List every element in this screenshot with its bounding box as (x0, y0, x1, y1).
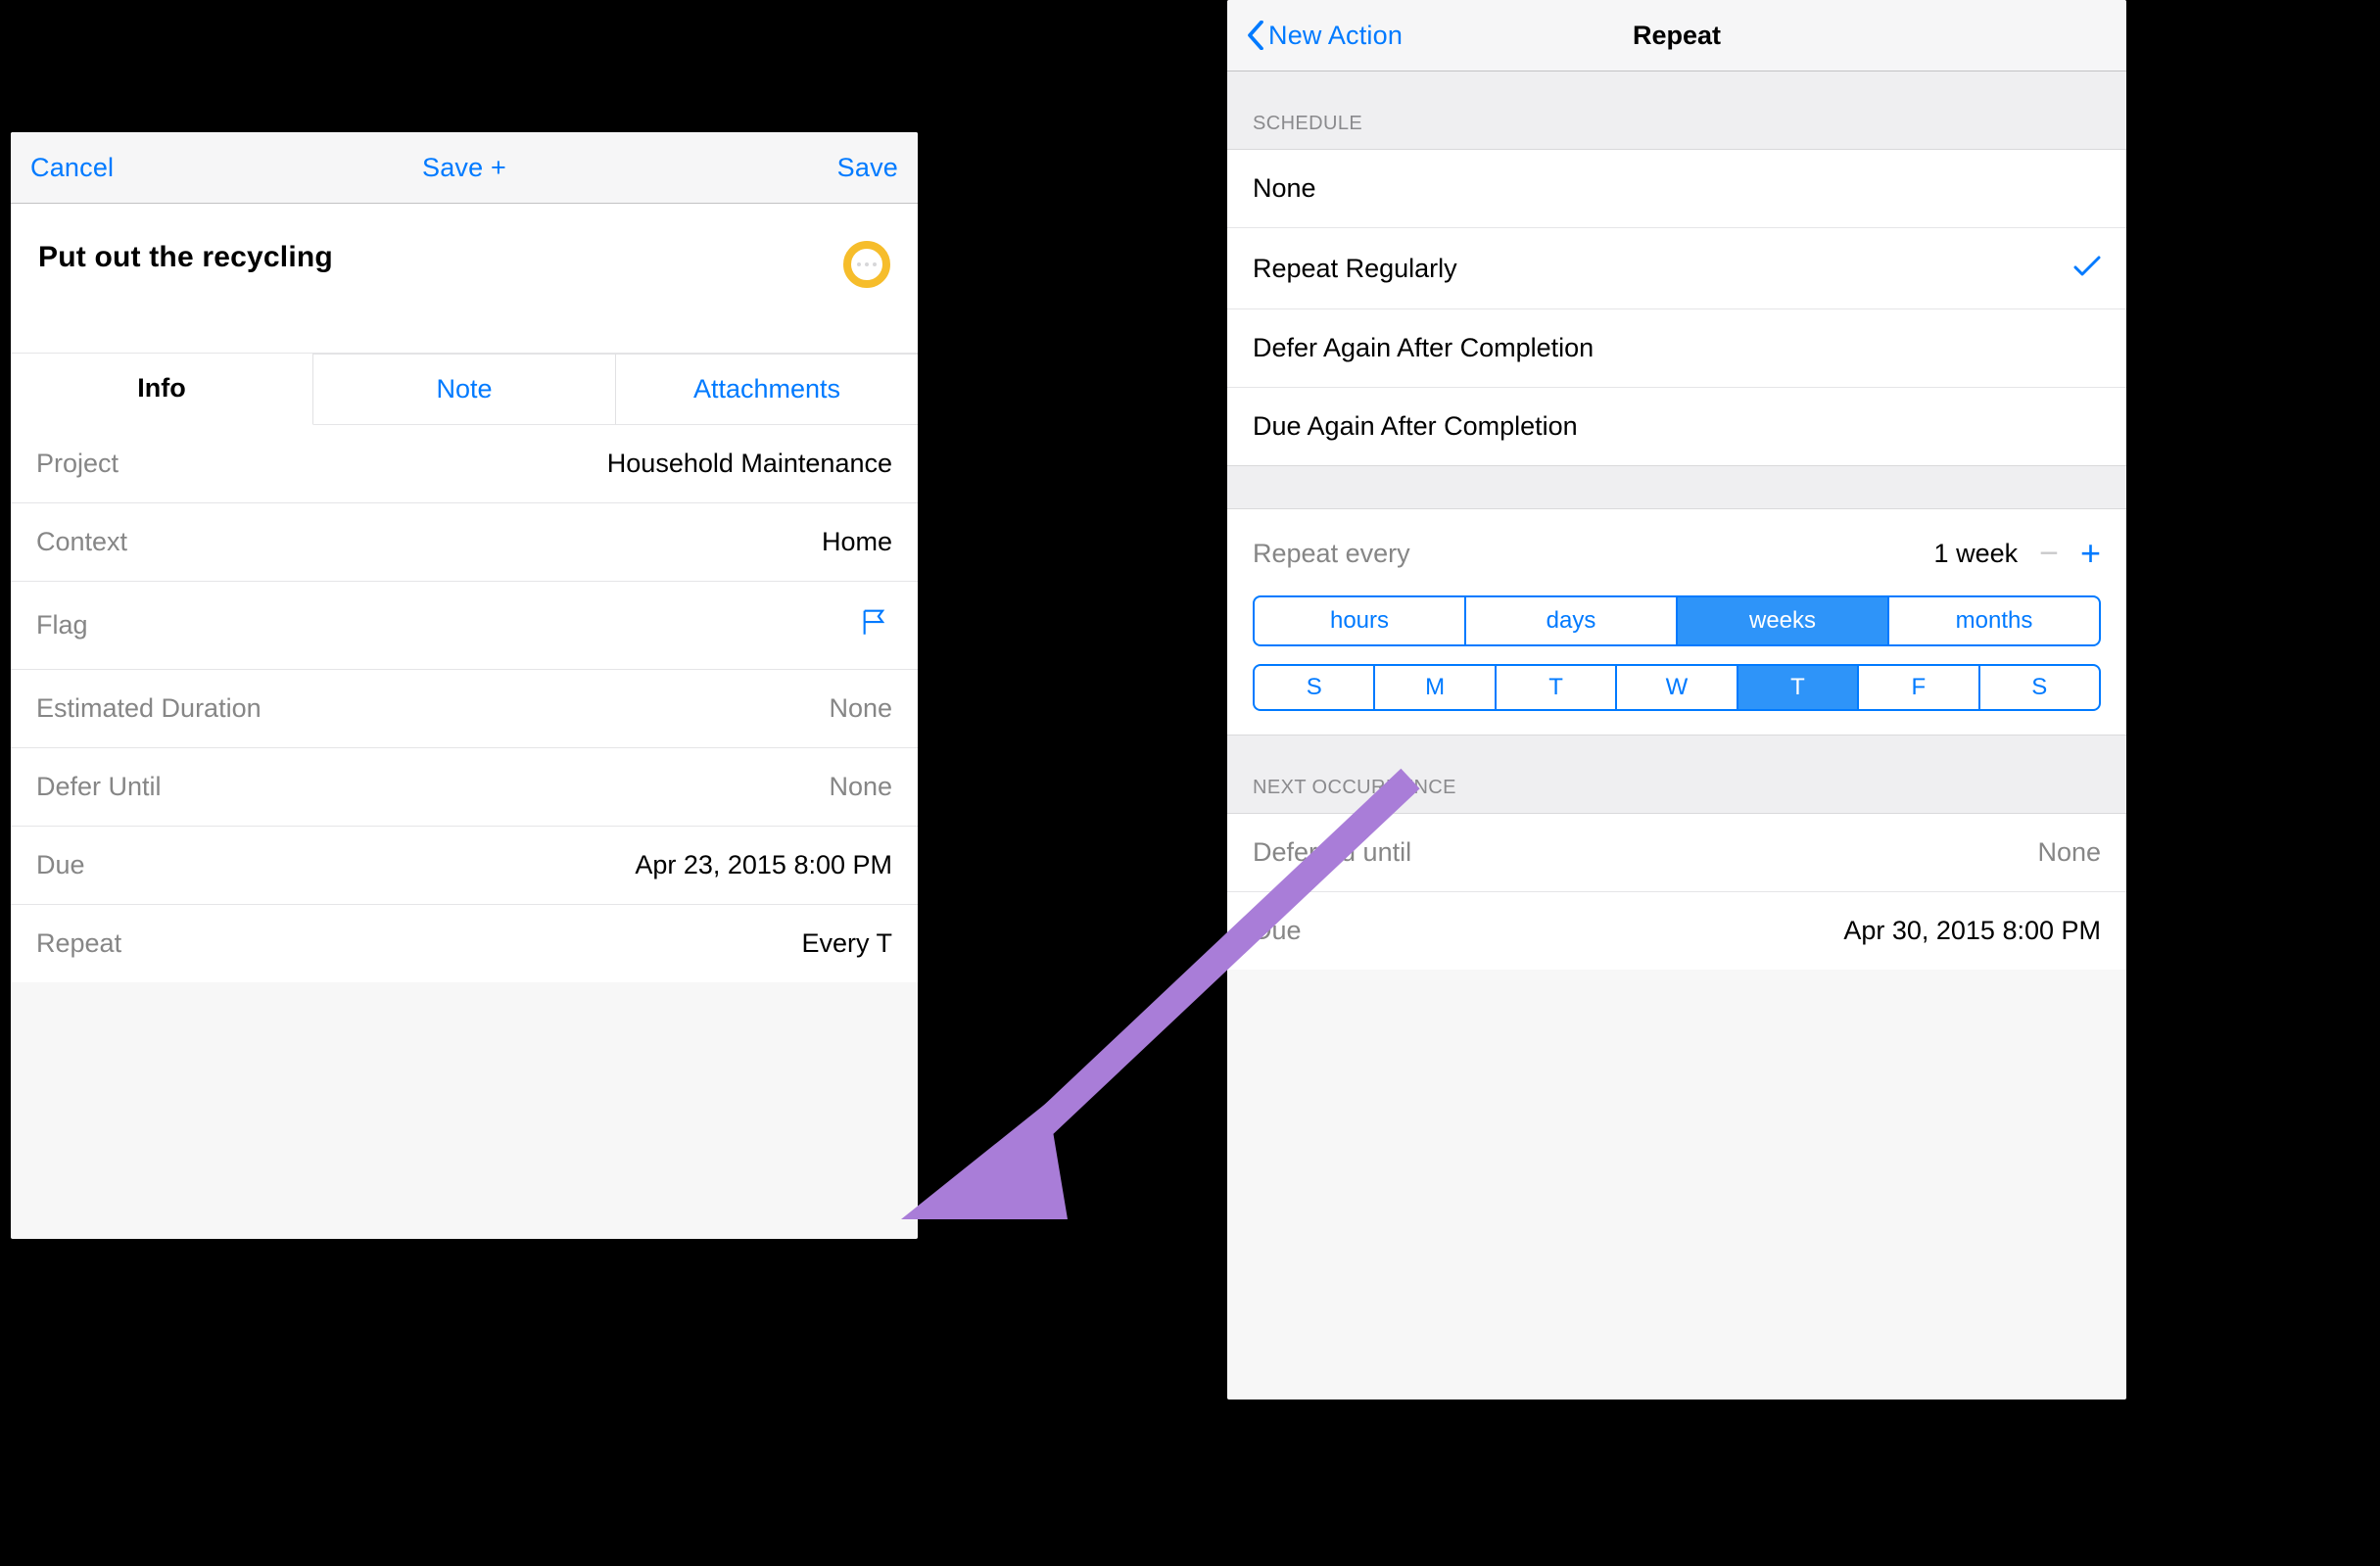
option-label: None (1253, 173, 1316, 204)
row-label: Context (36, 527, 127, 557)
row-label: Project (36, 449, 119, 479)
back-button[interactable]: New Action (1247, 21, 1403, 51)
day-thu[interactable]: T (1738, 666, 1859, 709)
option-label: Repeat Regularly (1253, 254, 1457, 284)
section-divider (1227, 465, 2126, 508)
save-button[interactable]: Save (837, 153, 898, 183)
schedule-option-defer-after[interactable]: Defer Again After Completion (1227, 309, 2126, 388)
repeat-every-block: Repeat every 1 week − + hours days weeks… (1227, 508, 2126, 736)
next-occurrence-list: Deferred until None Due Apr 30, 2015 8:0… (1227, 814, 2126, 970)
row-value: None (2037, 837, 2101, 868)
tab-bar: Info Note Attachments (11, 354, 918, 425)
row-due[interactable]: Due Apr 23, 2015 8:00 PM (11, 827, 918, 905)
repeat-every-value: 1 week (1934, 539, 2019, 569)
row-value: Home (822, 527, 892, 557)
status-circle-icon[interactable] (843, 241, 890, 288)
cancel-button[interactable]: Cancel (30, 153, 114, 183)
tab-note[interactable]: Note (313, 354, 616, 424)
day-tue[interactable]: T (1497, 666, 1617, 709)
checkmark-icon (2073, 252, 2101, 285)
row-project[interactable]: Project Household Maintenance (11, 425, 918, 503)
task-title[interactable]: Put out the recycling (38, 241, 333, 274)
option-label: Defer Again After Completion (1253, 333, 1594, 363)
tab-attachments[interactable]: Attachments (616, 354, 918, 424)
unit-segmented-control: hours days weeks months (1253, 595, 2101, 646)
repeat-settings-screen: New Action Repeat Schedule None Repeat R… (1227, 0, 2126, 1400)
row-label: Defer Until (36, 772, 162, 802)
row-defer-until[interactable]: Defer Until None (11, 748, 918, 827)
page-title: Repeat (1633, 21, 1721, 51)
navbar: Cancel Save + Save (11, 132, 918, 204)
row-value: None (829, 772, 892, 802)
day-fri[interactable]: F (1859, 666, 1979, 709)
task-editor-screen: Cancel Save + Save Put out the recycling… (11, 132, 918, 1239)
row-value: Household Maintenance (607, 449, 892, 479)
chevron-left-icon (1247, 21, 1264, 50)
row-estimated-duration[interactable]: Estimated Duration None (11, 670, 918, 748)
next-due[interactable]: Due Apr 30, 2015 8:00 PM (1227, 892, 2126, 970)
row-label: Due (36, 850, 85, 880)
row-label: Estimated Duration (36, 693, 262, 724)
navbar: New Action Repeat (1227, 0, 2126, 71)
row-context[interactable]: Context Home (11, 503, 918, 582)
row-label: Deferred until (1253, 837, 1411, 868)
details-list: Project Household Maintenance Context Ho… (11, 425, 918, 982)
row-label: Repeat (36, 928, 121, 959)
schedule-option-due-after[interactable]: Due Again After Completion (1227, 388, 2126, 465)
row-value: Apr 30, 2015 8:00 PM (1843, 916, 2101, 946)
task-header: Put out the recycling (11, 204, 918, 354)
row-label: Due (1253, 916, 1302, 946)
repeat-stepper: 1 week − + (1934, 533, 2101, 574)
unit-days[interactable]: days (1466, 597, 1678, 644)
row-value: None (829, 693, 892, 724)
row-label: Flag (36, 610, 88, 641)
unit-hours[interactable]: hours (1255, 597, 1466, 644)
day-sat[interactable]: S (1980, 666, 2099, 709)
save-plus-button[interactable]: Save + (422, 153, 506, 183)
day-wed[interactable]: W (1617, 666, 1737, 709)
unit-months[interactable]: months (1889, 597, 2099, 644)
day-mon[interactable]: M (1375, 666, 1496, 709)
option-label: Due Again After Completion (1253, 411, 1578, 442)
row-value: Apr 23, 2015 8:00 PM (635, 850, 892, 880)
schedule-option-none[interactable]: None (1227, 150, 2126, 228)
stepper-plus-button[interactable]: + (2080, 533, 2101, 574)
schedule-list: None Repeat Regularly Defer Again After … (1227, 150, 2126, 465)
back-label: New Action (1268, 21, 1403, 51)
next-deferred-until[interactable]: Deferred until None (1227, 814, 2126, 892)
row-flag[interactable]: Flag (11, 582, 918, 670)
row-value: Every T (801, 928, 892, 959)
tab-info[interactable]: Info (11, 354, 313, 425)
stepper-minus-button[interactable]: − (2039, 535, 2059, 573)
flag-icon (859, 605, 892, 645)
section-next-occurrence-header: Next Occurrence (1227, 736, 2126, 814)
day-sun[interactable]: S (1255, 666, 1375, 709)
section-schedule-header: Schedule (1227, 71, 2126, 150)
schedule-option-repeat-regularly[interactable]: Repeat Regularly (1227, 228, 2126, 309)
unit-weeks[interactable]: weeks (1678, 597, 1889, 644)
day-segmented-control: S M T W T F S (1253, 664, 2101, 711)
row-repeat[interactable]: Repeat Every T (11, 905, 918, 982)
repeat-every-label: Repeat every (1253, 539, 1410, 569)
